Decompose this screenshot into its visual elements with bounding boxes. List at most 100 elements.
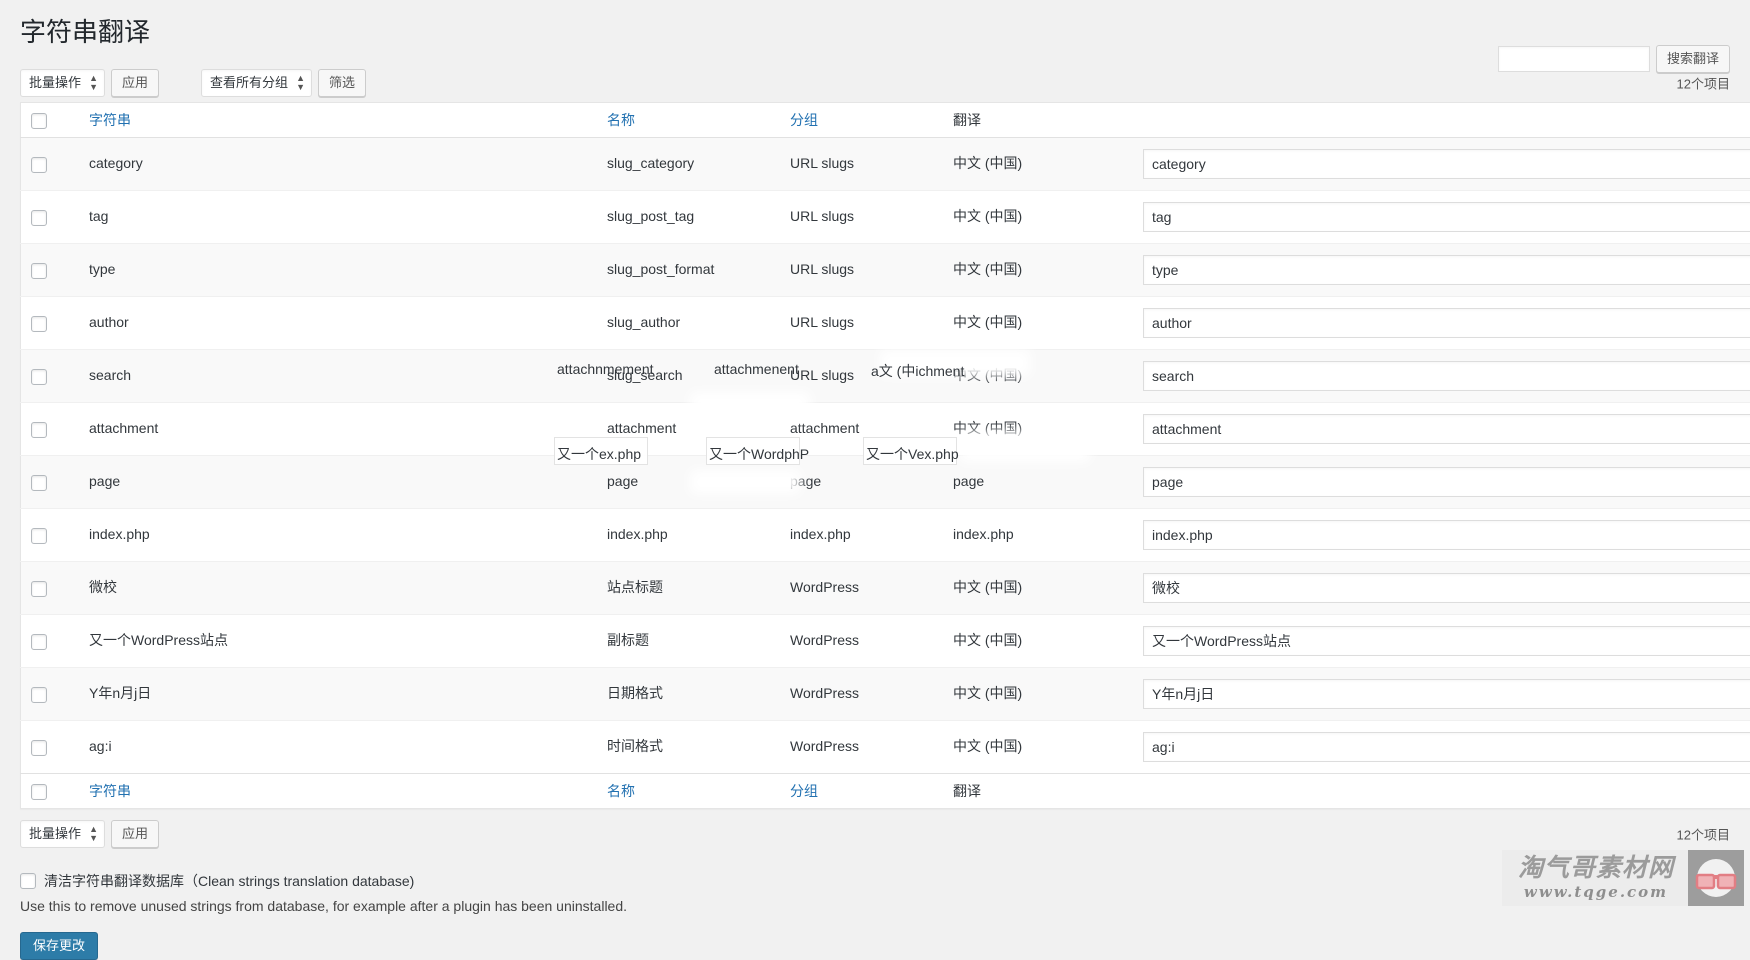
row-select-checkbox[interactable]	[31, 316, 47, 332]
cell-string: index.php	[79, 509, 597, 562]
page-wrap: 字符串翻译 搜索翻译 批量操作 ▲▼ 应用 查看所有分组 ▲▼ 筛选 12个项目	[0, 0, 1750, 960]
cell-group: URL slugs	[780, 244, 943, 297]
cell-string: author	[79, 297, 597, 350]
column-footer-name-link[interactable]: 名称	[607, 783, 635, 799]
clean-database-row: 清洁字符串翻译数据库（Clean strings translation dat…	[20, 871, 1730, 891]
column-footer-name: 名称	[597, 774, 780, 809]
cell-group: URL slugs	[780, 191, 943, 244]
cell-translation-input	[1133, 191, 1750, 244]
translation-input[interactable]	[1143, 361, 1750, 391]
translation-input[interactable]	[1143, 467, 1750, 497]
bulk-action-select-top-wrap: 批量操作 ▲▼	[20, 69, 105, 97]
cell-string: type	[79, 244, 597, 297]
translation-input[interactable]	[1143, 414, 1750, 444]
cell-group: URL slugs	[780, 350, 943, 403]
clean-database-label: 清洁字符串翻译数据库（Clean strings translation dat…	[44, 871, 414, 891]
column-footer-group-link[interactable]: 分组	[790, 783, 818, 799]
apply-button-bottom[interactable]: 应用	[111, 820, 159, 848]
row-select-cell	[21, 297, 80, 350]
cell-string: attachment	[79, 403, 597, 456]
group-filter-select-wrap: 查看所有分组 ▲▼	[201, 69, 312, 97]
select-all-footer	[21, 774, 80, 809]
translation-input[interactable]	[1143, 308, 1750, 338]
tablenav-bottom: 批量操作 ▲▼ 应用 12个项目	[20, 819, 1730, 849]
row-select-checkbox[interactable]	[31, 581, 47, 597]
row-select-cell	[21, 562, 80, 615]
item-count-top: 12个项目	[1677, 73, 1730, 92]
row-select-checkbox[interactable]	[31, 634, 47, 650]
row-select-checkbox[interactable]	[31, 528, 47, 544]
table-foot: 字符串 名称 分组 翻译	[21, 774, 1750, 809]
cell-group: attachment	[780, 403, 943, 456]
translation-input[interactable]	[1143, 626, 1750, 656]
row-select-checkbox[interactable]	[31, 369, 47, 385]
table-row: tagslug_post_tagURL slugs中文 (中国)	[21, 191, 1750, 244]
column-footer-translation: 翻译	[943, 774, 1133, 809]
cell-translation-input	[1133, 615, 1750, 668]
filter-button[interactable]: 筛选	[318, 69, 366, 97]
table-row: attachmentattachmentattachment中文 (中国)	[21, 403, 1750, 456]
table-row: 又一个WordPress站点副标题WordPress中文 (中国)	[21, 615, 1750, 668]
strings-table: 字符串 名称 分组 翻译 categoryslug_categoryURL sl…	[20, 102, 1750, 810]
translation-input[interactable]	[1143, 520, 1750, 550]
cell-translation-input	[1133, 562, 1750, 615]
row-select-checkbox[interactable]	[31, 210, 47, 226]
translation-input[interactable]	[1143, 202, 1750, 232]
row-select-checkbox[interactable]	[31, 157, 47, 173]
cell-string: 又一个WordPress站点	[79, 615, 597, 668]
column-header-group-link[interactable]: 分组	[790, 112, 818, 128]
cell-string: search	[79, 350, 597, 403]
cell-string: page	[79, 456, 597, 509]
column-header-name-link[interactable]: 名称	[607, 112, 635, 128]
group-filter-select[interactable]: 查看所有分组	[201, 69, 312, 97]
row-select-cell	[21, 721, 80, 774]
cell-translation-input	[1133, 509, 1750, 562]
table-head: 字符串 名称 分组 翻译	[21, 102, 1750, 137]
save-changes-button[interactable]: 保存更改	[20, 932, 98, 960]
row-select-checkbox[interactable]	[31, 422, 47, 438]
bulk-action-select-bottom[interactable]: 批量操作	[20, 820, 105, 848]
cell-translation-language: 中文 (中国)	[943, 191, 1133, 244]
translation-input[interactable]	[1143, 255, 1750, 285]
row-select-cell	[21, 138, 80, 191]
cell-translation-language: 中文 (中国)	[943, 668, 1133, 721]
column-header-string-link[interactable]: 字符串	[89, 112, 131, 128]
cell-translation-input	[1133, 350, 1750, 403]
cell-string: tag	[79, 191, 597, 244]
watermark-logo	[1688, 850, 1744, 906]
cell-group: WordPress	[780, 562, 943, 615]
cell-name: page	[597, 456, 780, 509]
translation-input[interactable]	[1143, 573, 1750, 603]
tablenav-top: 批量操作 ▲▼ 应用 查看所有分组 ▲▼ 筛选 12个项目	[20, 68, 1730, 98]
cell-name: 时间格式	[597, 721, 780, 774]
bulk-action-select-top[interactable]: 批量操作	[20, 69, 105, 97]
glasses-face-icon	[1693, 855, 1739, 901]
apply-button-top[interactable]: 应用	[111, 69, 159, 97]
column-header-translation-label: 翻译	[953, 112, 981, 128]
select-all-checkbox-bottom[interactable]	[31, 784, 47, 800]
cell-string: category	[79, 138, 597, 191]
column-footer-string-link[interactable]: 字符串	[89, 783, 131, 799]
row-select-checkbox[interactable]	[31, 475, 47, 491]
clean-database-checkbox[interactable]	[20, 873, 36, 889]
table-row: typeslug_post_formatURL slugs中文 (中国)	[21, 244, 1750, 297]
column-footer-group: 分组	[780, 774, 943, 809]
table-footer-row: 字符串 名称 分组 翻译	[21, 774, 1750, 809]
row-select-cell	[21, 615, 80, 668]
translation-input[interactable]	[1143, 732, 1750, 762]
cell-translation-language: index.php	[943, 509, 1133, 562]
watermark: 淘气哥素材网 www.tqge.com	[1502, 850, 1744, 906]
translation-input[interactable]	[1143, 149, 1750, 179]
cell-name: slug_category	[597, 138, 780, 191]
cell-group: page	[780, 456, 943, 509]
table-row: authorslug_authorURL slugs中文 (中国)	[21, 297, 1750, 350]
select-all-checkbox-top[interactable]	[31, 113, 47, 129]
watermark-text: 淘气哥素材网 www.tqge.com	[1502, 850, 1688, 906]
translation-input[interactable]	[1143, 679, 1750, 709]
row-select-checkbox[interactable]	[31, 687, 47, 703]
row-select-checkbox[interactable]	[31, 263, 47, 279]
row-select-checkbox[interactable]	[31, 740, 47, 756]
cell-name: slug_search	[597, 350, 780, 403]
select-all-header	[21, 102, 80, 137]
cell-translation-language: 中文 (中国)	[943, 297, 1133, 350]
